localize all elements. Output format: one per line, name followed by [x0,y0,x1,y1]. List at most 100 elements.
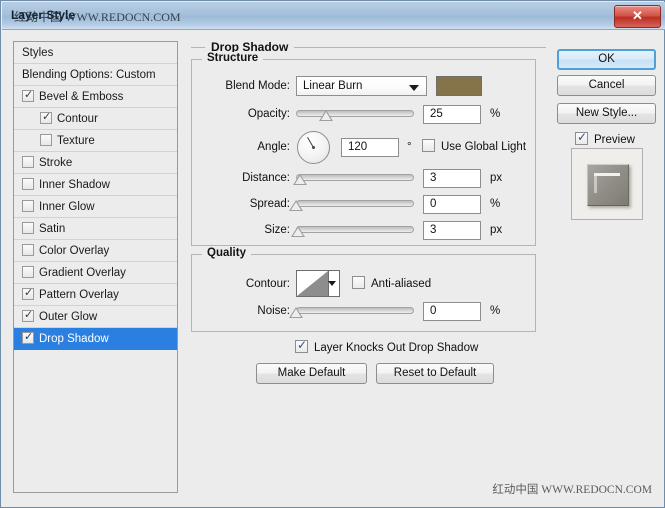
new-style-button[interactable]: New Style... [557,103,656,124]
checkbox-icon [422,139,435,152]
checkbox-icon[interactable] [22,88,34,102]
checkbox-icon[interactable] [40,134,52,146]
spread-label: Spread: [249,198,290,210]
reset-to-default-button[interactable]: Reset to Default [376,363,494,384]
size-input[interactable]: 3 [423,221,481,240]
style-effects-list: Bevel & Emboss Contour Texture Stroke Inner … [14,86,177,350]
layer-style-dialog: Layer Style 红动中国 WWW.REDOCN.COM ✕ Styles… [0,0,665,508]
contour-label: Contour: [245,278,290,290]
blend-mode-label: Blend Mode: [225,80,290,92]
distance-slider-handle[interactable] [292,174,307,185]
style-item-color-overlay[interactable]: Color Overlay [14,240,177,262]
size-unit: px [490,224,503,236]
title-watermark: 红动中国 WWW.REDOCN.COM [14,10,181,24]
contour-preset-swatch[interactable] [296,270,340,297]
size-slider[interactable] [291,220,414,240]
style-item-contour[interactable]: Contour [14,108,177,130]
layer-knocks-out-checkbox[interactable]: Layer Knocks Out Drop Shadow [295,338,478,357]
quality-group: Quality Contour: Anti-aliased Noise: 0 % [191,247,536,332]
spread-input[interactable]: 0 [423,195,481,214]
opacity-input[interactable]: 25 [423,105,481,124]
size-slider-track [296,226,414,233]
style-item-inner-shadow[interactable]: Inner Shadow [14,174,177,196]
style-item-label: Color Overlay [39,245,110,257]
contour-row: Contour: Anti-aliased [198,269,528,299]
style-item-outer-glow[interactable]: Outer Glow [14,306,177,328]
chevron-down-icon [409,85,419,91]
checkbox-icon[interactable] [22,200,34,212]
style-item-label: Outer Glow [39,311,98,323]
use-global-light-label: Use Global Light [441,141,527,153]
styles-panel-header-label: Styles [22,47,54,59]
contour-curve-thumbnail [297,271,328,296]
blending-options-row[interactable]: Blending Options: Custom [14,64,177,86]
checkbox-icon[interactable] [22,266,34,278]
checkbox-icon[interactable] [22,178,34,190]
checkbox-icon[interactable] [22,222,34,234]
preview-checkbox[interactable]: Preview [575,130,635,149]
style-item-gradient-overlay[interactable]: Gradient Overlay [14,262,177,284]
size-row: Size: 3 px [198,220,528,240]
angle-unit: ° [407,141,412,153]
style-item-label: Bevel & Emboss [39,91,124,103]
style-item-pattern-overlay[interactable]: Pattern Overlay [14,284,177,306]
checkbox-icon[interactable] [22,286,34,300]
title-bar[interactable]: Layer Style 红动中国 WWW.REDOCN.COM ✕ [2,2,665,30]
noise-input[interactable]: 0 [423,302,481,321]
bottom-watermark: 红动中国 WWW.REDOCN.COM [492,484,652,496]
noise-label: Noise: [257,305,290,317]
style-item-label: Inner Glow [39,201,95,213]
preview-label: Preview [594,134,635,146]
styles-list-panel[interactable]: Styles Blending Options: Custom Bevel & … [13,41,178,493]
cancel-button[interactable]: Cancel [557,75,656,96]
noise-slider[interactable] [289,301,414,321]
ok-button[interactable]: OK [557,49,656,70]
anti-aliased-label: Anti-aliased [371,278,432,290]
angle-input[interactable]: 120 [341,138,399,157]
distance-label: Distance: [242,172,290,184]
angle-dial[interactable] [297,131,330,164]
checkbox-icon[interactable] [22,156,34,168]
checkbox-icon[interactable] [40,110,52,124]
spread-slider-handle[interactable] [289,200,303,211]
angle-label: Angle: [257,141,290,153]
distance-slider-track [296,174,414,181]
checkbox-icon[interactable] [22,244,34,256]
style-item-bevel-emboss[interactable]: Bevel & Emboss [14,86,177,108]
checkbox-icon[interactable] [22,308,34,322]
close-icon[interactable]: ✕ [614,5,661,28]
make-default-button[interactable]: Make Default [256,363,367,384]
style-item-label: Gradient Overlay [39,267,126,279]
shadow-color-swatch[interactable] [436,76,482,96]
styles-panel-header[interactable]: Styles [14,42,177,64]
opacity-slider-track [296,110,414,117]
spread-slider-track [296,200,414,207]
style-item-drop-shadow[interactable]: Drop Shadow [14,328,177,350]
angle-row: Angle: 120 ° Use Global Light [198,130,528,164]
style-item-label: Drop Shadow [39,333,109,345]
style-item-label: Contour [57,113,98,125]
distance-slider[interactable] [292,168,414,188]
style-item-satin[interactable]: Satin [14,218,177,240]
drop-shadow-settings: Drop Shadow Structure Blend Mode: Linear… [191,39,546,493]
quality-group-title: Quality [202,247,251,259]
opacity-label: Opacity: [247,108,290,120]
style-item-texture[interactable]: Texture [14,130,177,152]
use-global-light-checkbox[interactable]: Use Global Light [422,138,526,156]
noise-slider-handle[interactable] [289,307,303,318]
blend-mode-value: Linear Burn [303,80,363,92]
size-slider-handle[interactable] [291,226,306,237]
spread-slider[interactable] [289,194,414,214]
style-item-inner-glow[interactable]: Inner Glow [14,196,177,218]
anti-aliased-checkbox[interactable]: Anti-aliased [352,275,431,293]
style-item-stroke[interactable]: Stroke [14,152,177,174]
distance-input[interactable]: 3 [423,169,481,188]
opacity-slider-handle[interactable] [318,110,333,121]
noise-row: Noise: 0 % [198,301,528,321]
checkbox-icon[interactable] [22,330,34,344]
checkbox-icon [575,130,588,145]
opacity-slider[interactable] [296,104,414,124]
structure-group: Structure Blend Mode: Linear Burn Opacit… [191,52,536,246]
blend-mode-select[interactable]: Linear Burn [296,76,427,96]
noise-slider-track [296,307,414,314]
